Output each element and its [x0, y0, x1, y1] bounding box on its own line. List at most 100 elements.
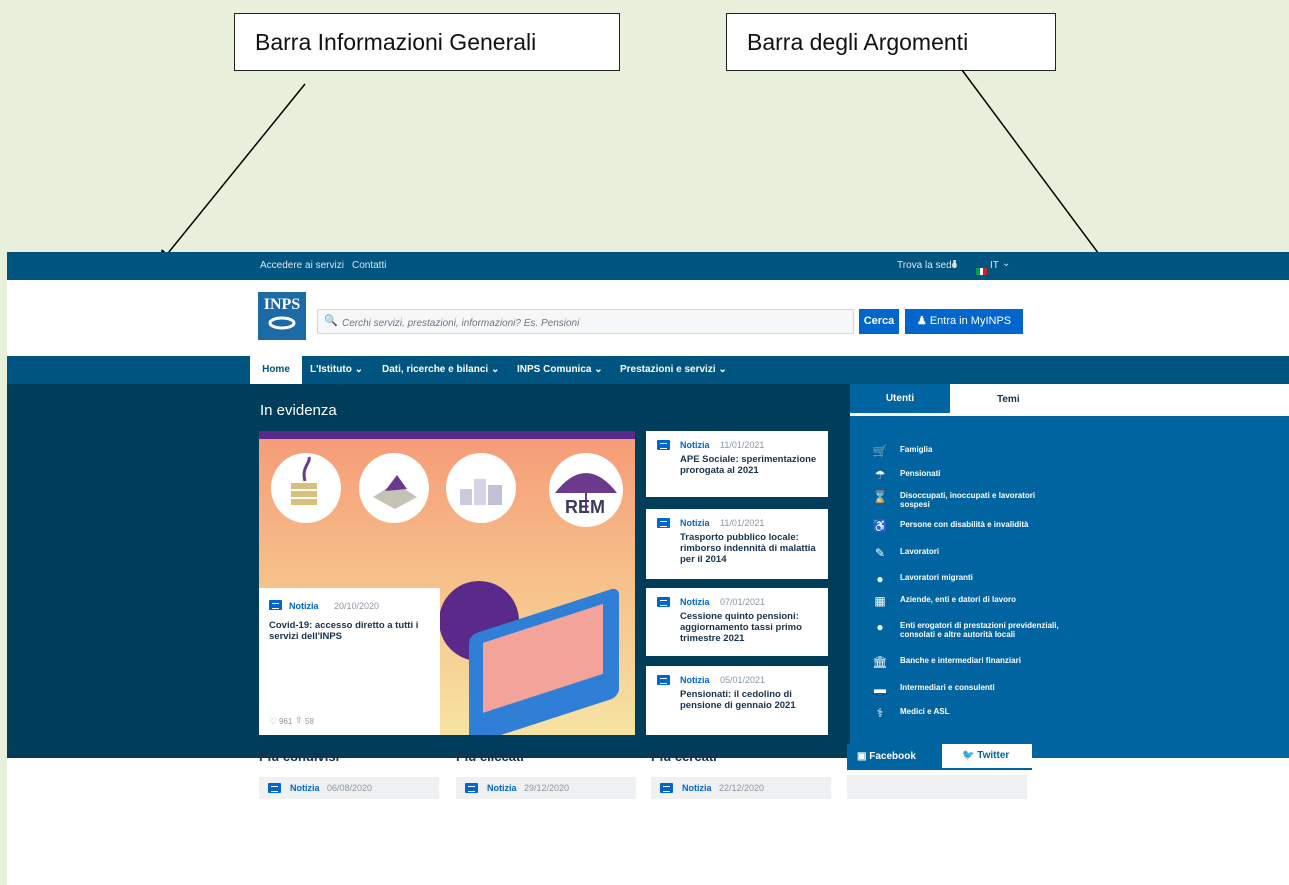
- sidebar-item-label: Pensionati: [900, 469, 941, 478]
- sidebar-item-label: Medici e ASL: [900, 707, 950, 716]
- sidebar-item-famiglia[interactable]: 🛒 Famiglia: [872, 444, 1289, 466]
- nav-label: Dati, ricerche e bilanci: [382, 364, 489, 375]
- tab-twitter[interactable]: 🐦 Twitter: [942, 744, 1032, 770]
- featured-news-card[interactable]: Notizia 20/10/2020 Covid-19: accesso dir…: [259, 588, 440, 735]
- chevron-down-icon[interactable]: ⌄: [1002, 258, 1010, 269]
- sidebar-item-disabilita[interactable]: ♿ Persone con disabilità e invalidità: [872, 519, 1289, 541]
- news-title[interactable]: Pensionati: il cedolino di pensione di g…: [680, 689, 820, 711]
- heart-icon[interactable]: ♡: [269, 716, 277, 727]
- chevron-down-icon: ⌄: [594, 364, 603, 375]
- news-card[interactable]: Notizia 11/01/2021 Trasporto pubblico lo…: [646, 509, 828, 579]
- sidebar-item-label: Enti erogatori di prestazioni previdenzi…: [900, 621, 1059, 639]
- news-icon: [465, 783, 478, 793]
- illustration-stripe: [259, 431, 635, 439]
- nav-prestazioni-servizi[interactable]: Prestazioni e servizi ⌄: [620, 356, 727, 384]
- tab-label: Twitter: [977, 750, 1010, 761]
- news-title[interactable]: Covid-19: accesso diretto a tutti i serv…: [269, 620, 429, 642]
- news-tag: Notizia: [680, 675, 710, 685]
- sidebar-item-label: Lavoratori: [900, 547, 940, 556]
- site-header: INPS 🔍 Cerca ♟ Entra in MyINPS: [7, 280, 1289, 356]
- sidebar-item-label: Banche e intermediari finanziari: [900, 656, 1021, 665]
- news-card[interactable]: Notizia 05/01/2021 Pensionati: il cedoli…: [646, 666, 828, 735]
- news-icon: [657, 518, 670, 528]
- globe-icon: ●: [876, 572, 884, 586]
- search-icon: 🔍: [324, 315, 338, 327]
- search-button[interactable]: Cerca: [859, 309, 899, 334]
- italy-flag-icon: [976, 262, 987, 275]
- sidebar-item-label: Intermediari e consulenti: [900, 683, 995, 692]
- section-piu-cliccati: Più cliccati: [456, 749, 524, 764]
- nav-label: L'Istituto: [310, 364, 352, 375]
- link-trova-sede[interactable]: Trova la sede: [897, 260, 957, 271]
- hourglass-icon: ⌛: [872, 490, 888, 504]
- news-tag: Notizia: [680, 518, 710, 528]
- shares-count: 58: [305, 717, 314, 726]
- city-icon: [446, 453, 516, 523]
- nav-home[interactable]: Home: [250, 356, 302, 384]
- list-item[interactable]: Notizia 29/12/2020: [456, 777, 636, 799]
- tab-facebook[interactable]: ▣ Facebook: [847, 744, 942, 770]
- logo-emblem-icon: [268, 316, 296, 330]
- news-card[interactable]: Notizia 11/01/2021 APE Sociale: sperimen…: [646, 431, 828, 497]
- coins-icon: [271, 453, 341, 523]
- building-icon: ▦: [874, 594, 886, 608]
- news-icon: [657, 675, 670, 685]
- user-icon: ♟: [916, 315, 927, 327]
- news-date: 20/10/2020: [334, 601, 380, 611]
- news-date: 11/01/2021: [720, 518, 765, 528]
- tab-utenti[interactable]: Utenti: [850, 384, 950, 416]
- news-title[interactable]: Cessione quinto pensioni: aggiornamento …: [680, 611, 820, 644]
- news-icon: [268, 783, 281, 793]
- news-card[interactable]: Notizia 07/01/2021 Cessione quinto pensi…: [646, 588, 828, 656]
- link-accedere-servizi[interactable]: Accedere ai servizi: [260, 260, 344, 271]
- social-feed: [847, 775, 1027, 799]
- wheelchair-icon: ♿: [872, 519, 888, 533]
- nav-inps-comunica[interactable]: INPS Comunica ⌄: [517, 356, 603, 384]
- sidebar-item-migranti[interactable]: ● Lavoratori migranti: [872, 572, 1289, 594]
- login-label: Entra in MyINPS: [929, 315, 1012, 327]
- link-contatti[interactable]: Contatti: [352, 260, 386, 271]
- language-selector[interactable]: IT: [990, 260, 999, 271]
- sidebar-item-disoccupati[interactable]: ⌛ Disoccupati, inoccupati e lavoratori so…: [872, 490, 1289, 512]
- news-date: 22/12/2020: [719, 783, 765, 793]
- share-icon[interactable]: ⇧: [295, 715, 303, 726]
- sidebar-item-label: Persone con disabilità e invalidità: [900, 520, 1029, 529]
- news-tag: Notizia: [487, 783, 517, 793]
- news-date: 29/12/2020: [524, 783, 570, 793]
- chevron-down-icon: ⌄: [490, 364, 500, 375]
- inps-logo[interactable]: INPS: [258, 292, 306, 340]
- sidebar-item-banche[interactable]: 🏛 Banche e intermediari finanziari: [872, 655, 1289, 677]
- sidebar-item-aziende[interactable]: ▦ Aziende, enti e datori di lavoro: [872, 594, 1289, 616]
- arrow-left: [158, 83, 306, 266]
- sidebar-item-pensionati[interactable]: ☂ Pensionati: [872, 468, 1289, 490]
- news-tag: Notizia: [682, 783, 712, 793]
- myinps-login-button[interactable]: ♟ Entra in MyINPS: [905, 309, 1023, 334]
- location-pin-icon[interactable]: ⬇: [950, 258, 959, 271]
- nav-istituto[interactable]: L'Istituto ⌄: [310, 356, 363, 384]
- facebook-icon: ▣: [857, 751, 867, 762]
- sidebar-item-label: Lavoratori migranti: [900, 573, 973, 582]
- list-item[interactable]: Notizia 06/08/2020: [259, 777, 439, 799]
- search-box[interactable]: 🔍: [317, 309, 854, 334]
- nav-dati-ricerche[interactable]: Dati, ricerche e bilanci ⌄: [382, 356, 499, 384]
- section-piu-condivisi: Più condivisi: [259, 749, 340, 764]
- news-date: 05/01/2021: [720, 675, 766, 685]
- sidebar-item-lavoratori[interactable]: ✎ Lavoratori: [872, 546, 1289, 568]
- sidebar-item-enti-erogatori[interactable]: ● Enti erogatori di prestazioni previdenz…: [872, 620, 1289, 650]
- news-title[interactable]: Trasporto pubblico locale: rimborso inde…: [680, 532, 820, 565]
- general-info-bar: Accedere ai servizi Contatti Trova la se…: [7, 252, 1289, 280]
- stethoscope-icon: ⚕: [876, 706, 884, 720]
- sidebar-item-medici[interactable]: ⚕ Medici e ASL: [872, 706, 1289, 728]
- news-title[interactable]: APE Sociale: sperimentazione prorogata a…: [680, 454, 820, 476]
- list-item[interactable]: Notizia 22/12/2020: [651, 777, 831, 799]
- news-date: 11/01/2021: [720, 440, 765, 450]
- sidebar-item-intermediari[interactable]: ▬ Intermediari e consulenti: [872, 682, 1289, 704]
- news-icon: [657, 440, 670, 450]
- tab-temi[interactable]: Temi: [950, 384, 1289, 416]
- search-input[interactable]: [340, 314, 844, 332]
- news-icon: [269, 600, 282, 610]
- news-date: 06/08/2020: [327, 783, 373, 793]
- news-tag: Notizia: [680, 597, 710, 607]
- rem-badge: REM: [565, 497, 605, 517]
- news-icon: [660, 783, 673, 793]
